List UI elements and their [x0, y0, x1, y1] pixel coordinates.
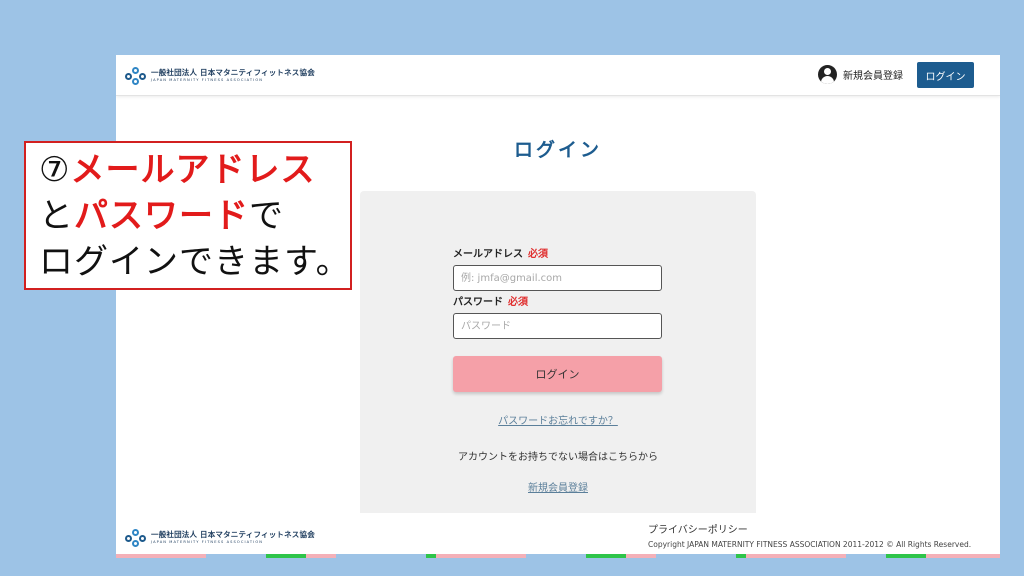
callout-highlight-email: メールアドレス — [70, 150, 316, 190]
login-submit-button[interactable]: ログイン — [453, 356, 662, 392]
logo-mark-icon — [125, 67, 147, 85]
instruction-callout: ⑦メールアドレス とパスワードで ログインできます。 — [24, 141, 352, 290]
logo-english-name: JAPAN MATERNITY FITNESS ASSOCIATION — [151, 77, 264, 82]
decorative-stripe — [116, 554, 1000, 558]
callout-line-1: ⑦メールアドレス — [39, 147, 350, 193]
no-account-text: アカウントをお持ちでない場合はこちらから — [458, 452, 658, 463]
logo-mark-icon — [125, 529, 147, 547]
header-login-button[interactable]: ログイン — [917, 62, 974, 88]
logo-english-name: JAPAN MATERNITY FITNESS ASSOCIATION — [151, 539, 264, 544]
footer-logo[interactable]: 一般社団法人 日本マタニティフィットネス協会 JAPAN MATERNITY F… — [125, 529, 315, 547]
login-form-card: メールアドレス必須 パスワード必須 ログイン パスワードお忘れですか？ アカウン… — [360, 191, 756, 521]
email-field[interactable] — [453, 265, 662, 291]
callout-highlight-password: パスワード — [74, 196, 249, 236]
callout-line-2: とパスワードで — [39, 196, 284, 236]
callout-step-number: ⑦ — [39, 150, 71, 190]
password-field[interactable] — [453, 313, 662, 339]
header-logo[interactable]: 一般社団法人 日本マタニティフィットネス協会 JAPAN MATERNITY F… — [125, 67, 315, 85]
site-footer: 一般社団法人 日本マタニティフィットネス協会 JAPAN MATERNITY F… — [116, 513, 1000, 554]
email-label: メールアドレス 必須 — [453, 249, 548, 260]
logo-japanese-name: 一般社団法人 日本マタニティフィットネス協会 — [151, 68, 315, 78]
register-link[interactable]: 新規会員登録 — [360, 479, 756, 494]
email-required-badge: 必須 — [528, 249, 548, 260]
password-label: パスワード 必須 — [453, 297, 528, 308]
logo-japanese-name: 一般社団法人 日本マタニティフィットネス協会 — [151, 530, 315, 540]
header-register-link[interactable]: 新規会員登録 — [818, 65, 903, 84]
password-required-badge: 必須 — [508, 297, 528, 308]
copyright-text: Copyright JAPAN MATERNITY FITNESS ASSOCI… — [648, 540, 972, 549]
header-register-label: 新規会員登録 — [843, 71, 903, 82]
privacy-policy-link[interactable]: プライバシーポリシー — [648, 521, 748, 536]
callout-line-3: ログインできます。 — [39, 242, 351, 282]
user-icon — [818, 65, 837, 84]
site-header: 一般社団法人 日本マタニティフィットネス協会 JAPAN MATERNITY F… — [116, 55, 1000, 96]
forgot-password-link[interactable]: パスワードお忘れですか？ — [360, 412, 756, 427]
login-page: 一般社団法人 日本マタニティフィットネス協会 JAPAN MATERNITY F… — [116, 55, 1000, 554]
